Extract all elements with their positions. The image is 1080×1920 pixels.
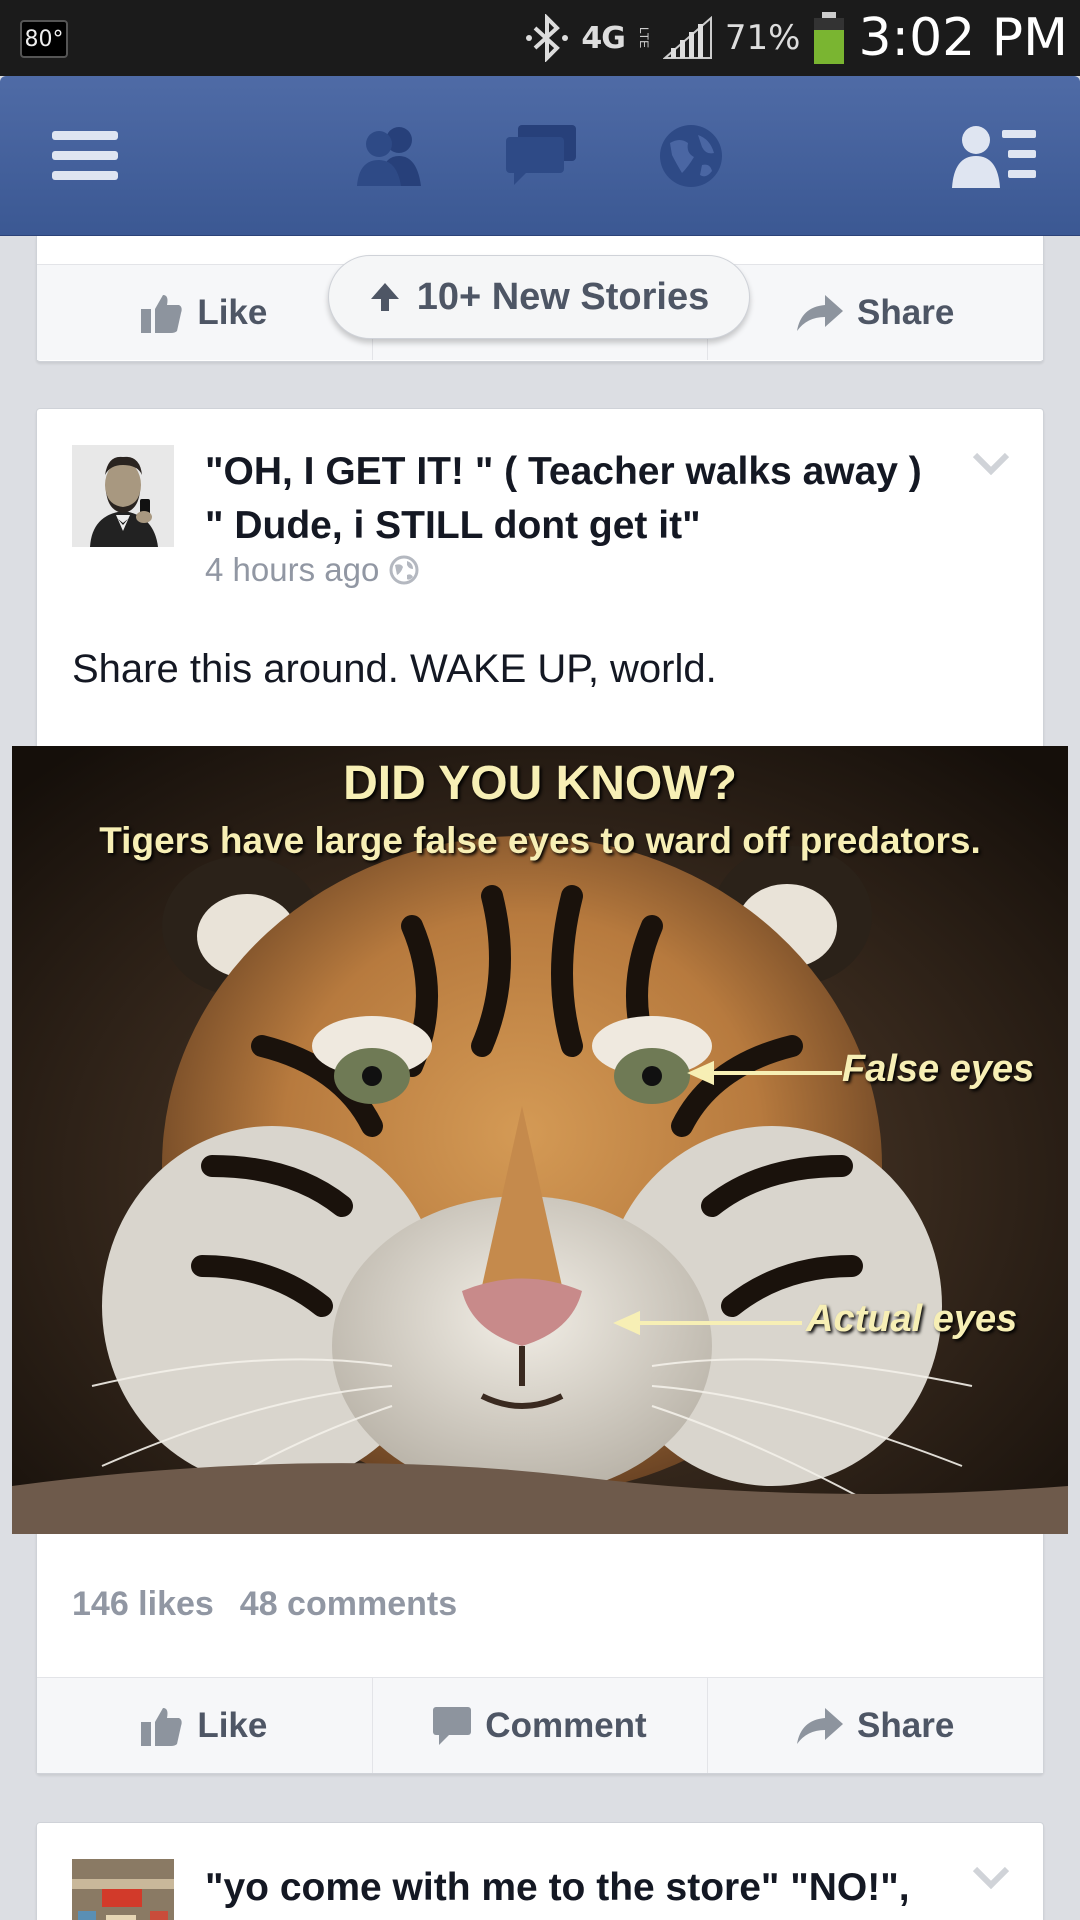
post-title: "OH, I GET IT! " ( Teacher walks away ) …	[205, 445, 965, 553]
messages-icon	[506, 125, 576, 185]
share-label: Share	[857, 292, 955, 332]
menu-icon	[52, 131, 118, 180]
post-title-line-2: " Dude, i STILL dont get it"	[205, 504, 701, 547]
avatar[interactable]	[72, 445, 174, 547]
temperature-badge: 80°	[20, 20, 68, 58]
likes-count[interactable]: 146 likes	[72, 1585, 214, 1624]
post-photo[interactable]: DID YOU KNOW? Tigers have large false ey…	[12, 746, 1068, 1534]
post-stats: 146 likes 48 comments	[72, 1585, 457, 1624]
photo-label-false-eyes: False eyes	[842, 1048, 1035, 1090]
post-time-text: 4 hours ago	[205, 551, 380, 588]
next-post-title: "yo come with me to the store" "NO!",	[205, 1866, 910, 1909]
friends-list-icon	[952, 126, 1036, 188]
thumbs-up-icon	[141, 294, 182, 333]
photo-label-actual-eyes: Actual eyes	[806, 1298, 1018, 1340]
tiger-photo-illustration	[12, 746, 1068, 1534]
notifications-button[interactable]	[646, 76, 736, 236]
network-subtype: LTE	[636, 27, 651, 49]
chevron-down-icon	[972, 452, 1010, 476]
like-label: Like	[197, 292, 268, 332]
comment-bubble-icon	[433, 1706, 472, 1745]
share-label: Share	[857, 1705, 955, 1745]
post-options-button[interactable]	[972, 452, 1010, 480]
chevron-down-icon	[972, 1866, 1010, 1890]
clock: 3:02 PM	[858, 8, 1068, 68]
status-icons: 4G LTE 71% 3:02 PM	[525, 0, 1068, 76]
post-text: Share this around. WAKE UP, world.	[72, 647, 717, 691]
status-bar: 80° 4G LTE 71% 3:02 PM	[0, 0, 1080, 76]
comment-label: Comment	[485, 1705, 647, 1745]
signal-icon	[662, 16, 713, 60]
like-label: Like	[197, 1705, 268, 1745]
like-button[interactable]: Like	[37, 1678, 373, 1773]
battery-percent: 71%	[724, 18, 801, 58]
photo-heading: DID YOU KNOW?	[343, 757, 737, 810]
battery-icon	[812, 10, 846, 66]
avatar[interactable]	[72, 1859, 174, 1920]
post-actions: Like Comment Share	[37, 1677, 1043, 1773]
friend-requests-icon	[357, 127, 421, 186]
like-button[interactable]: Like	[37, 265, 373, 360]
comments-count[interactable]: 48 comments	[240, 1585, 457, 1624]
next-post-card: "yo come with me to the store" "NO!",	[36, 1822, 1044, 1920]
post-options-button[interactable]	[972, 1866, 1010, 1894]
photo-subheading: Tigers have large false eyes to ward off…	[99, 820, 981, 861]
new-stories-button[interactable]: 10+ New Stories	[328, 255, 750, 339]
bluetooth-icon	[525, 14, 569, 62]
thumbs-up-icon	[141, 1707, 182, 1746]
public-globe-icon	[389, 555, 419, 585]
post-title-line-1: "OH, I GET IT! " ( Teacher walks away )	[205, 450, 922, 493]
new-stories-label: 10+ New Stories	[416, 275, 710, 318]
messages-button[interactable]	[496, 76, 586, 236]
temperature-text: 80°	[24, 26, 64, 52]
top-nav-bar	[0, 76, 1080, 236]
friends-list-button[interactable]	[950, 76, 1040, 236]
arrow-up-icon	[370, 283, 399, 311]
network-type: 4G	[581, 20, 625, 56]
share-button[interactable]: Share	[708, 1678, 1043, 1773]
friend-requests-button[interactable]	[346, 76, 436, 236]
share-arrow-icon	[797, 1707, 844, 1744]
share-arrow-icon	[797, 294, 844, 331]
notifications-globe-icon	[660, 125, 722, 187]
menu-button[interactable]	[40, 76, 130, 236]
share-button[interactable]: Share	[708, 265, 1043, 360]
post-timestamp[interactable]: 4 hours ago	[205, 551, 419, 589]
comment-button[interactable]: Comment	[373, 1678, 709, 1773]
